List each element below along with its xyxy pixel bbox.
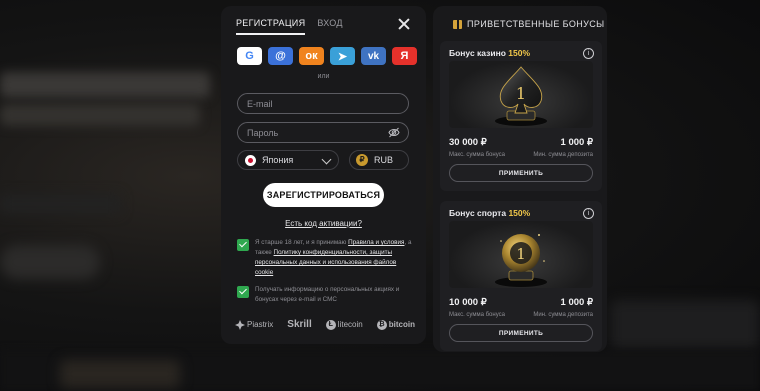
hide-password-icon[interactable] [388,127,400,138]
auth-tabs: РЕГИСТРАЦИЯ ВХОД [236,18,343,35]
svg-text:1: 1 [516,245,526,263]
password-field-wrapper [237,122,409,143]
sport-bonus-title: Бонус спорта 150% [449,208,531,218]
privacy-policy-link[interactable]: Политику конфиденциальности, защиты перс… [255,249,396,276]
yandex-icon: Я [400,50,409,62]
terms-text-part: Я старше 18 лет, и я принимаю [255,239,349,246]
ball-one-trophy-icon: 1 [495,234,547,287]
background-blur-block [60,360,180,388]
bitcoin-icon: ₿ [376,319,387,330]
activation-code-link[interactable]: Есть код активации? [221,219,426,228]
google-icon: G [245,50,254,62]
telegram-icon: ➤ [337,50,348,63]
google-login-button[interactable]: G [237,47,262,65]
terms-consent-text: Я старше 18 лет, и я принимаю Правила и … [255,238,413,278]
sport-bonus-art: 1 [449,221,593,288]
currency-select[interactable]: ₽ RUB [349,150,409,170]
telegram-login-button[interactable]: ➤ [330,47,355,65]
registration-modal: РЕГИСТРАЦИЯ ВХОД G @ ок ➤ vk Я или Япони… [221,6,426,344]
min-deposit-caption: Мин. сумма депозита [533,152,593,158]
bonus-percent: 150% [508,48,531,58]
ruble-icon: ₽ [356,154,368,166]
info-icon[interactable]: i [583,48,594,59]
tab-registration[interactable]: РЕГИСТРАЦИЯ [236,18,306,35]
payment-logos: Piastrix Skrill Ł litecoin ₿ bitcoin [235,319,415,330]
mailru-login-button[interactable]: @ [268,47,293,65]
max-bonus-amount: 10 000 ₽ [449,297,487,308]
piastrix-icon [235,319,245,330]
litecoin-icon: Ł [325,319,336,330]
background-blur-block [0,104,200,126]
max-bonus-caption: Макс. сумма бонуса [449,152,505,158]
yandex-login-button[interactable]: Я [392,47,417,65]
email-field[interactable] [238,94,377,114]
casino-bonus-card: Бонус казино 150% i 1 30 000 ₽ 1 000 ₽ М… [440,41,602,191]
max-bonus-caption: Макс. сумма бонуса [449,312,505,318]
terms-checkbox[interactable] [237,239,249,251]
casino-bonus-title: Бонус казино 150% [449,48,531,58]
mailru-icon: @ [275,50,286,62]
min-deposit-caption: Мин. сумма депозита [533,312,593,318]
country-select-value: Япония [262,155,294,165]
odnoklassniki-login-button[interactable]: ок [299,47,324,65]
background-blur-block [0,72,210,98]
bitcoin-logo: ₿ bitcoin [376,319,415,330]
currency-select-value: RUB [374,155,394,165]
background-blur-block [610,300,760,350]
bonuses-title: ПРИВЕТСТВЕННЫЕ БОНУСЫ [467,19,605,29]
svg-text:1: 1 [516,84,526,103]
info-icon[interactable]: i [583,208,594,219]
litecoin-logo: Ł litecoin [325,319,363,330]
marketing-checkbox[interactable] [237,286,249,298]
rules-link[interactable]: Правила и условия [348,239,404,246]
apply-sport-bonus-button[interactable]: ПРИМЕНИТЬ [449,324,593,342]
welcome-bonuses-panel: ПРИВЕТСТВЕННЫЕ БОНУСЫ Бонус казино 150% … [433,6,607,352]
social-login-row: G @ ок ➤ vk Я [237,47,417,65]
chevron-down-icon [321,154,332,165]
skrill-logo: Skrill [287,319,312,330]
piastrix-logo: Piastrix [235,319,273,330]
background-blur-block [0,245,100,279]
gift-icon [453,19,462,29]
background-blur-block [0,195,120,213]
min-deposit-amount: 1 000 ₽ [560,137,593,148]
marketing-consent-text: Получать информацию о персональных акция… [255,286,400,303]
vk-login-button[interactable]: vk [361,47,386,65]
close-icon[interactable] [397,17,411,31]
apply-casino-bonus-button[interactable]: ПРИМЕНИТЬ [449,164,593,182]
bonus-percent: 150% [508,208,531,218]
email-field-wrapper [237,93,409,114]
min-deposit-amount: 1 000 ₽ [560,297,593,308]
bonuses-header: ПРИВЕТСТВЕННЫЕ БОНУСЫ [453,19,605,29]
sport-bonus-card: Бонус спорта 150% i 1 10 000 ₽ 1 000 ₽ М… [440,201,602,351]
password-field[interactable] [238,123,377,143]
casino-bonus-art: 1 [449,61,593,128]
spade-one-trophy-icon: 1 [495,66,547,126]
vk-icon: vk [367,50,380,62]
tab-login[interactable]: ВХОД [317,18,342,35]
japan-flag-icon [245,154,256,166]
or-divider-label: или [317,73,330,80]
register-button[interactable]: ЗАРЕГИСТРИРОВАТЬСЯ [263,183,384,207]
odnoklassniki-icon: ок [305,50,318,62]
country-select[interactable]: Япония [237,150,339,170]
max-bonus-amount: 30 000 ₽ [449,137,487,148]
